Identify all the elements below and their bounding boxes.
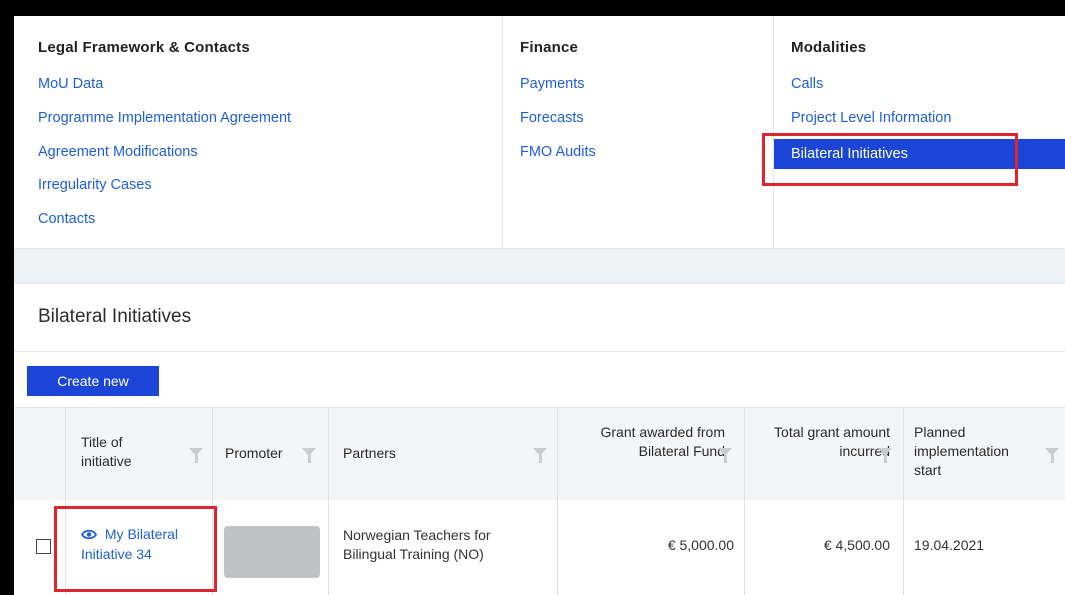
- menu-heading-finance: Finance: [520, 39, 579, 56]
- page-frame: Legal Framework & Contacts MoU Data Prog…: [14, 16, 1065, 595]
- menu-item-fmo-audits[interactable]: FMO Audits: [520, 144, 596, 160]
- total-incurred-cell: € 4,500.00: [823, 537, 890, 553]
- row-select-checkbox[interactable]: [36, 539, 51, 554]
- filter-icon[interactable]: [878, 448, 892, 463]
- column-header-grant-awarded: Grant awarded from Bilateral Fund: [600, 424, 726, 459]
- menu-item-forecasts[interactable]: Forecasts: [520, 110, 584, 126]
- column-header-partners: Partners: [343, 445, 396, 461]
- partners-cell: Norwegian Teachers for Bilingual Trainin…: [343, 527, 491, 562]
- menu-item-programme-implementation-agreement[interactable]: Programme Implementation Agreement: [38, 110, 291, 126]
- highlight-box-title: [54, 506, 217, 592]
- column-header-planned-start: Planned implementation start: [914, 424, 1009, 478]
- planned-start-cell: 19.04.2021: [914, 537, 985, 553]
- page-title: Bilateral Initiatives: [38, 306, 192, 327]
- menu-column-legal-framework: Legal Framework & Contacts MoU Data Prog…: [14, 16, 503, 248]
- filter-icon[interactable]: [189, 448, 203, 463]
- menu-item-mou-data[interactable]: MoU Data: [38, 76, 103, 92]
- menu-divider-strip: [14, 248, 1065, 284]
- menu-column-finance: Finance Payments Forecasts FMO Audits: [503, 16, 774, 248]
- column-header-title: Title of initiative: [81, 434, 132, 469]
- menu-item-agreement-modifications[interactable]: Agreement Modifications: [38, 144, 198, 160]
- grant-awarded-cell: € 5,000.00: [667, 537, 734, 553]
- create-new-button[interactable]: Create new: [27, 366, 159, 396]
- filter-icon[interactable]: [718, 448, 732, 463]
- promoter-redacted-placeholder: [224, 526, 320, 578]
- filter-icon[interactable]: [302, 448, 316, 463]
- filter-icon[interactable]: [533, 448, 547, 463]
- menu-item-irregularity-cases[interactable]: Irregularity Cases: [38, 177, 152, 193]
- column-header-promoter: Promoter: [225, 445, 283, 461]
- menu-column-modalities: Modalities Calls Project Level Informati…: [774, 16, 1065, 248]
- menu-item-calls[interactable]: Calls: [791, 76, 823, 92]
- mega-menu: Legal Framework & Contacts MoU Data Prog…: [14, 16, 1065, 248]
- menu-heading-legal-framework: Legal Framework & Contacts: [38, 39, 250, 56]
- filter-icon[interactable]: [1045, 448, 1059, 463]
- menu-item-contacts[interactable]: Contacts: [38, 211, 95, 227]
- menu-item-project-level-information[interactable]: Project Level Information: [791, 110, 951, 126]
- column-header-total-grant: Total grant amount incurred: [774, 424, 890, 459]
- highlight-box-menu: [762, 133, 1018, 186]
- section-divider: [14, 351, 1065, 352]
- menu-heading-modalities: Modalities: [791, 39, 867, 56]
- table-header: Title of initiative Promoter Partners Gr…: [14, 407, 1065, 501]
- menu-item-payments[interactable]: Payments: [520, 76, 584, 92]
